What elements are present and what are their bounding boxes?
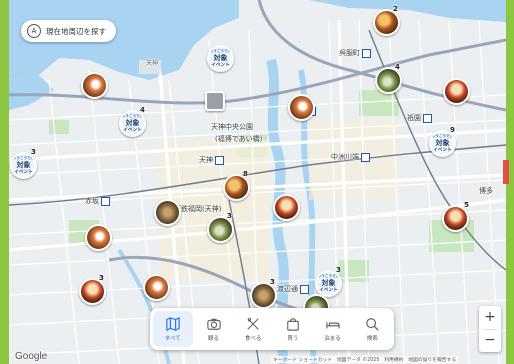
spot-marker[interactable]	[375, 67, 402, 94]
place-label-tenjin-road: 天神	[146, 60, 159, 67]
event-marker[interactable]: ゆうこうでん 対象 イベント	[10, 152, 37, 179]
fork-knife-icon	[247, 317, 259, 330]
red-edge-marker	[503, 160, 509, 184]
event-marker[interactable]: ゆうこうでん 対象 イベント	[119, 110, 146, 137]
spot-marker[interactable]	[79, 278, 106, 305]
search-area-button[interactable]: A 現在地周辺を探す	[21, 20, 116, 42]
place-label-fukuhaku: (福博であい橋)	[215, 135, 263, 143]
spot-marker[interactable]	[443, 78, 470, 105]
park-5	[49, 120, 69, 134]
location-marker-icon[interactable]	[205, 91, 225, 111]
place-label-hakata: 博多	[479, 187, 493, 195]
spot-marker[interactable]	[442, 205, 469, 232]
search-icon	[366, 317, 379, 331]
search-area-label: 現在地周辺を探す	[46, 26, 106, 36]
search-area-icon: A	[27, 24, 41, 38]
place-label-akasaka: 赤坂	[85, 196, 110, 206]
marker-count: 9	[450, 126, 455, 134]
google-logo: Google	[15, 351, 48, 362]
marker-count: 4	[140, 106, 145, 114]
camera-icon	[206, 318, 221, 330]
map-frame[interactable]: A 現在地周辺を探す 天神中央公園 (福博であい橋) 天神 中洲川端 呉服町 祇…	[9, 0, 506, 364]
station-icon	[423, 113, 432, 123]
tab-buy[interactable]: 買う	[273, 308, 313, 350]
spot-marker[interactable]	[81, 72, 108, 99]
place-label-tenjin: 天神	[199, 155, 224, 165]
zoom-divider	[483, 329, 497, 330]
zoom-in-button[interactable]: +	[479, 306, 501, 329]
spot-marker[interactable]	[154, 199, 181, 226]
event-marker[interactable]: ゆうこうでん 対象 イベント	[207, 45, 234, 72]
place-label-nakasu-kawabata: 中洲川端	[331, 152, 370, 162]
tab-search[interactable]: 検索	[352, 308, 392, 350]
shopping-bag-icon	[287, 317, 299, 331]
place-label-nishitetsu-fukuoka: 西鉄福岡(天神)	[174, 205, 222, 213]
station-icon	[300, 284, 309, 294]
bed-icon	[325, 321, 340, 328]
map-icon	[166, 316, 180, 331]
place-label-tenjin-central-park: 天神中央公園	[211, 123, 253, 131]
map-attribution[interactable]: キーボード ショートカット 地図データ ©2025 利用規約 地図の誤りを報告す…	[271, 356, 459, 363]
station-icon	[215, 155, 224, 165]
event-marker[interactable]: ゆうこうでん 対象 イベント	[429, 130, 456, 157]
marker-count: 3	[270, 278, 275, 286]
spot-marker[interactable]	[207, 216, 234, 243]
place-label-gion: 祇園	[407, 113, 432, 123]
marker-count: 3	[336, 266, 341, 274]
spot-marker[interactable]	[143, 274, 170, 301]
station-icon	[361, 152, 370, 162]
spot-marker[interactable]	[85, 224, 112, 251]
station-icon	[362, 48, 371, 58]
place-label-gofukumachi: 呉服町	[339, 48, 371, 58]
spot-marker[interactable]	[273, 194, 300, 221]
station-icon	[101, 196, 110, 206]
marker-count: 4	[395, 63, 400, 71]
marker-count: 3	[31, 148, 36, 156]
tab-eat[interactable]: 食べる	[233, 308, 273, 350]
spot-marker[interactable]	[288, 94, 315, 121]
marker-count: 5	[464, 201, 469, 209]
zoom-control: + −	[479, 306, 501, 352]
category-toolbar: すべて 観る 食べる 買う 泊まる 検索	[150, 308, 394, 350]
marker-count: 3	[99, 274, 104, 282]
spot-marker[interactable]	[250, 282, 277, 309]
marker-count: 3	[227, 212, 232, 220]
place-label-watanabe-dori: 渡辺通	[277, 284, 309, 294]
marker-count: 8	[243, 170, 248, 178]
tab-stay[interactable]: 泊まる	[313, 308, 353, 350]
spot-marker[interactable]	[373, 9, 400, 36]
event-marker[interactable]: ゆうこうでん 対象 イベント	[315, 270, 342, 297]
marker-count: 2	[393, 5, 398, 13]
zoom-out-button[interactable]: −	[479, 329, 501, 352]
spot-marker[interactable]	[223, 174, 250, 201]
tab-all[interactable]: すべて	[153, 311, 193, 347]
tab-see[interactable]: 観る	[194, 308, 234, 350]
